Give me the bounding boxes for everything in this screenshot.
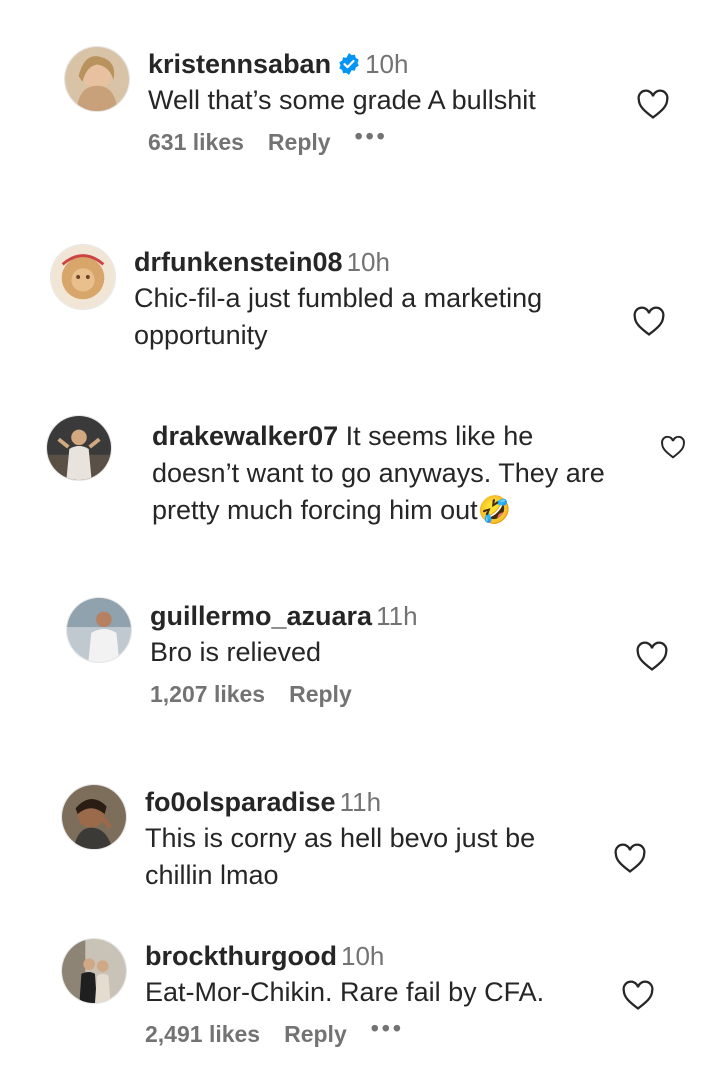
comment-text: Bro is relieved xyxy=(150,637,322,667)
avatar[interactable] xyxy=(46,415,112,481)
timestamp: 10h xyxy=(365,49,409,79)
avatar[interactable] xyxy=(66,597,132,663)
timestamp: 10h xyxy=(346,247,390,277)
avatar[interactable] xyxy=(61,784,127,850)
username[interactable]: fo0olsparadise xyxy=(145,787,336,817)
more-options-icon[interactable]: ••• xyxy=(355,123,388,149)
reply-button[interactable]: Reply xyxy=(289,681,352,707)
comment-text: This is corny as hell bevo just be chill… xyxy=(145,823,536,890)
comment-text: Well that’s some grade A bullshit xyxy=(148,85,536,115)
heart-outline-icon[interactable] xyxy=(635,640,669,672)
likes-count[interactable]: 1,207 likes xyxy=(150,681,265,707)
username[interactable]: drfunkenstein08 xyxy=(134,247,343,277)
timestamp: 10h xyxy=(340,941,385,971)
heart-outline-icon[interactable] xyxy=(613,842,647,874)
comment-text: Eat-Mor-Chikin. Rare fail by CFA. xyxy=(145,977,545,1007)
reply-button[interactable]: Reply xyxy=(284,1021,347,1047)
heart-outline-icon[interactable] xyxy=(660,435,686,459)
likes-count[interactable]: 631 likes xyxy=(148,129,244,155)
username[interactable]: drakewalker07 xyxy=(152,421,338,451)
reply-button[interactable]: Reply xyxy=(268,129,331,155)
avatar[interactable] xyxy=(50,244,116,310)
username[interactable]: brockthurgood xyxy=(145,941,337,971)
username[interactable]: kristennsaban xyxy=(148,49,331,79)
avatar[interactable] xyxy=(61,938,127,1004)
heart-outline-icon[interactable] xyxy=(621,979,655,1011)
avatar[interactable] xyxy=(64,46,130,112)
timestamp: 11h xyxy=(339,787,382,817)
heart-outline-icon[interactable] xyxy=(636,88,670,120)
likes-count[interactable]: 2,491 likes xyxy=(145,1021,260,1047)
heart-outline-icon[interactable] xyxy=(632,305,666,337)
verified-badge-icon xyxy=(337,49,361,75)
comment-text: Chic-fil-a just fumbled a marketing oppo… xyxy=(134,283,543,350)
username[interactable]: guillermo_azuara xyxy=(150,601,372,631)
timestamp: 11h xyxy=(376,601,418,631)
more-options-icon[interactable]: ••• xyxy=(371,1015,404,1041)
